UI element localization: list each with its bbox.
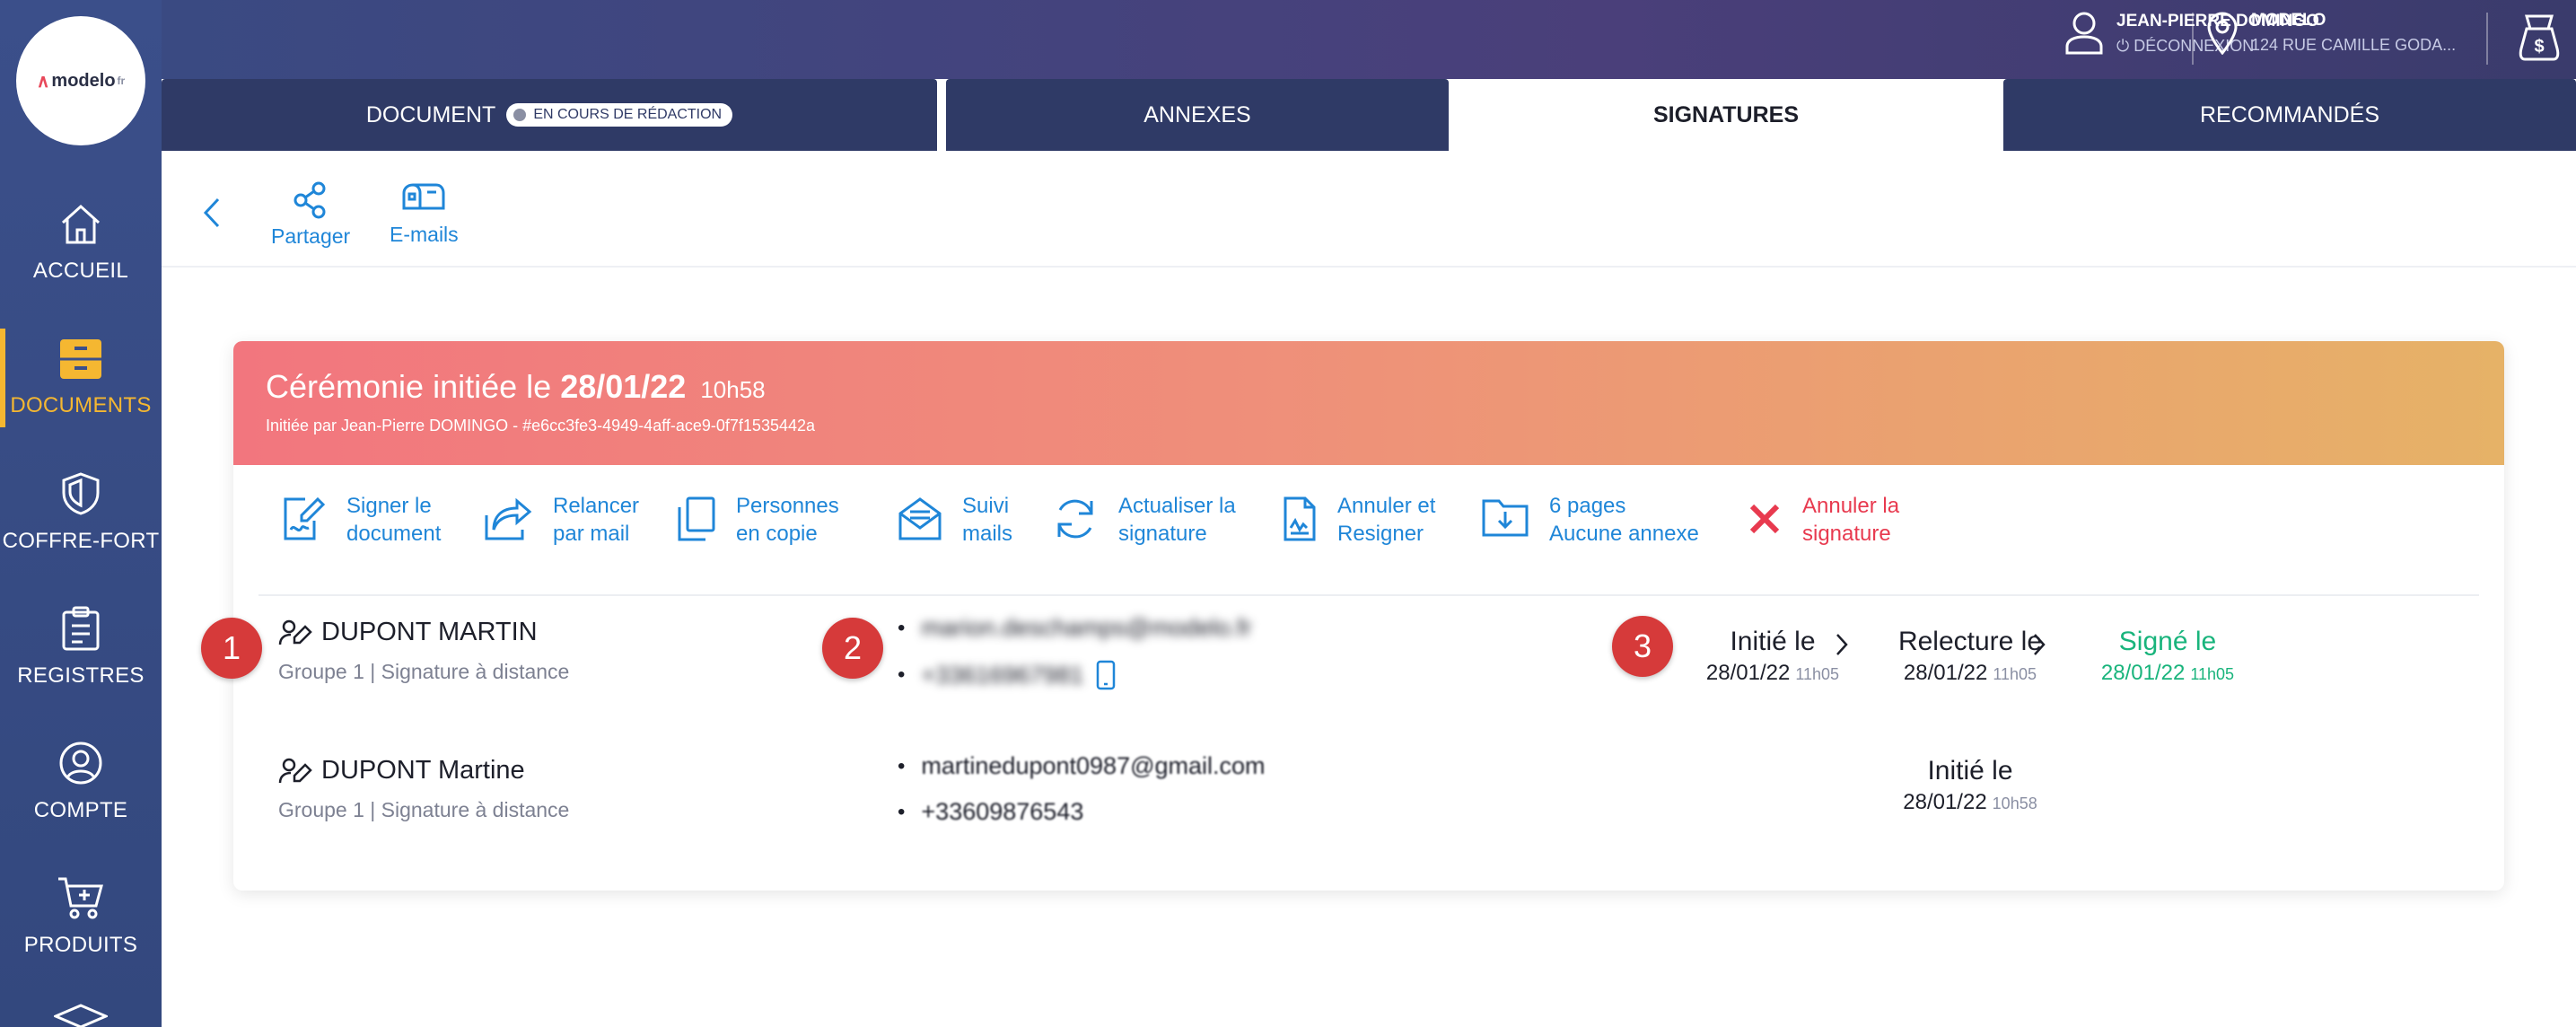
tab-label: RECOMMANDÉS <box>2199 101 2379 127</box>
mailbox-icon <box>402 183 445 210</box>
drawer-icon <box>60 339 101 379</box>
office-selector[interactable]: MODELO 124 RUE CAMILLE GODA... <box>2206 11 2456 55</box>
svg-text:$: $ <box>2534 37 2544 57</box>
copy-icon <box>678 496 715 541</box>
sidebar-item-compte[interactable]: COMPTE <box>0 715 162 849</box>
share-button[interactable]: Partager <box>271 181 350 249</box>
chevron-right-icon <box>2034 634 2046 655</box>
sidebar-item-produits[interactable]: PRODUITS <box>0 849 162 984</box>
sidebar-item-label: PRODUITS <box>23 933 138 957</box>
sidebar-item-label: DOCUMENTS <box>10 393 152 417</box>
signer-group: Groupe 1 | Signature à distance <box>278 798 570 821</box>
ceremony-subtitle: Initiée par Jean-Pierre DOMINGO - #e6cc3… <box>266 417 816 434</box>
signer-phone: +33616967981 <box>921 661 1084 689</box>
signer-name: DUPONT MARTIN <box>321 618 538 646</box>
step-signed: Signé le 28/01/22 11h05 <box>2100 627 2235 685</box>
step-marker: 2 <box>822 618 883 679</box>
signer-name: DUPONT Martine <box>321 756 525 785</box>
clipboard-icon <box>62 606 100 651</box>
status-badge: EN COURS DE RÉDACTION <box>506 103 733 127</box>
graduation-cap-icon[interactable] <box>52 1004 110 1027</box>
status-dot-icon <box>513 109 527 121</box>
signer-row: DUPONT MARTIN Groupe 1 | Signature à dis… <box>278 618 569 684</box>
user-icon <box>2065 12 2103 55</box>
tab-label: DOCUMENT <box>365 101 496 127</box>
tab-signatures[interactable]: SIGNATURES <box>1458 79 1994 151</box>
mobile-phone-icon[interactable] <box>1096 660 1116 690</box>
mail-open-icon <box>898 497 942 540</box>
share-label: Partager <box>271 224 351 248</box>
cancel-signature-button[interactable]: Annuler la signature <box>1747 492 1899 548</box>
chevron-right-icon <box>1836 634 1848 655</box>
back-button[interactable] <box>203 198 221 233</box>
tab-document[interactable]: DOCUMENT EN COURS DE RÉDACTION <box>162 79 937 151</box>
sidebar-item-label: REGISTRES <box>17 663 145 688</box>
money-bag-icon[interactable]: $ <box>2518 13 2561 67</box>
copy-recipients-button[interactable]: Personnes en copie <box>677 492 839 548</box>
cart-icon <box>58 877 103 919</box>
top-header: JEAN-PIERRE DOMINGO ⏻ DÉCONNEXION MODELO… <box>162 0 2576 79</box>
ceremony-actions: Signer le document Relancer par mail Perso… <box>258 465 2479 596</box>
header-divider <box>2486 13 2488 65</box>
signer-phone: +33609876543 <box>921 798 1084 825</box>
shield-icon <box>62 472 100 515</box>
refresh-signature-button[interactable]: Actualiser la signature <box>1052 492 1236 548</box>
location-pin-icon <box>2207 12 2238 55</box>
emails-label: E-mails <box>390 223 459 246</box>
tab-annexes[interactable]: ANNEXES <box>946 79 1449 151</box>
home-icon <box>61 204 101 244</box>
step-marker: 3 <box>1612 616 1673 677</box>
ceremony-title: Cérémonie initiée le 28/01/22 10h58 <box>266 368 766 405</box>
pages-annexes-button[interactable]: 6 pages Aucune annexe <box>1481 492 1699 548</box>
ceremony-header: Cérémonie initiée le 28/01/22 10h58 Init… <box>233 341 2504 465</box>
sidebar: ∧ modelo fr ACCUEIL DOCUMENTS COFFRE-FOR… <box>0 0 162 1027</box>
step-review: Relecture le 28/01/22 11h05 <box>1897 627 2043 685</box>
folder-download-icon <box>1482 499 1529 537</box>
mail-tracking-button[interactable]: Suivi mails <box>898 492 1012 548</box>
emails-button[interactable]: E-mails <box>390 181 459 247</box>
header-divider <box>2192 13 2194 65</box>
signer-email: marion.deschamps@modelo.fr <box>921 614 1252 641</box>
power-icon: ⏻ <box>2116 36 2134 55</box>
sign-document-button[interactable]: Signer le document <box>278 492 441 548</box>
sidebar-item-documents[interactable]: DOCUMENTS <box>0 311 162 445</box>
forward-icon <box>485 497 532 540</box>
sidebar-item-coffre-fort[interactable]: COFFRE-FORT <box>0 445 162 580</box>
sidebar-item-accueil[interactable]: ACCUEIL <box>0 176 162 311</box>
logo-text: modelo <box>51 70 116 91</box>
signer-row: DUPONT Martine Groupe 1 | Signature à di… <box>278 756 569 822</box>
office-address: 124 RUE CAMILLE GODA... <box>2251 36 2457 54</box>
cancel-and-resign-button[interactable]: Annuler et Resigner <box>1282 492 1435 548</box>
tab-label: SIGNATURES <box>1652 101 1800 127</box>
chevron-left-icon <box>203 198 220 228</box>
refresh-icon <box>1057 499 1093 539</box>
step-marker: 1 <box>201 618 262 679</box>
office-name: MODELO <box>2251 11 2326 30</box>
toolbar: Partager E-mails <box>162 151 2576 268</box>
share-icon <box>294 181 326 219</box>
tab-recommandes[interactable]: RECOMMANDÉS <box>2003 79 2576 151</box>
signer-contacts: marion.deschamps@modelo.fr +33616967981 <box>898 614 1251 708</box>
logo-mark-icon: ∧ <box>36 71 50 92</box>
logo[interactable]: ∧ modelo fr <box>16 16 145 145</box>
step-initiated: Initié le 28/01/22 11h05 <box>1705 627 1840 685</box>
cross-icon <box>1749 504 1780 534</box>
ceremony-card: Cérémonie initiée le 28/01/22 10h58 Init… <box>233 341 2504 891</box>
user-sign-icon <box>278 619 312 645</box>
document-sign-icon <box>1284 496 1316 541</box>
sidebar-item-label: COMPTE <box>33 798 128 822</box>
sidebar-item-label: COFFRE-FORT <box>2 529 160 553</box>
signer-group: Groupe 1 | Signature à distance <box>278 660 570 683</box>
logo-suffix: fr <box>117 75 126 87</box>
step-initiated: Initié le 28/01/22 10h58 <box>1903 756 2037 814</box>
tab-label: ANNEXES <box>1143 101 1251 127</box>
sidebar-item-registres[interactable]: REGISTRES <box>0 580 162 715</box>
user-circle-icon <box>59 742 102 785</box>
resend-mail-button[interactable]: Relancer par mail <box>483 492 639 548</box>
sidebar-item-label: ACCUEIL <box>32 259 129 283</box>
signer-contacts: martinedupont0987@gmail.com +33609876543 <box>898 752 1266 844</box>
sign-document-icon <box>284 496 326 540</box>
signer-email: martinedupont0987@gmail.com <box>921 752 1266 779</box>
user-sign-icon <box>278 758 312 783</box>
